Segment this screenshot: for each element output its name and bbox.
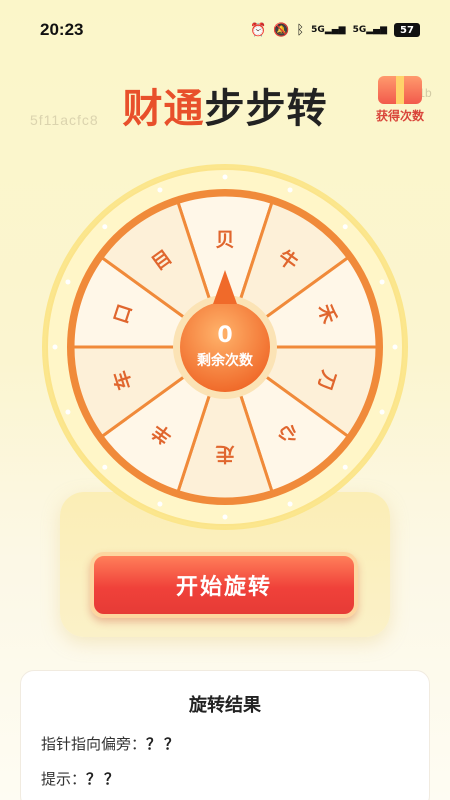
battery-icon: 57 [394,23,420,37]
rim-dot [52,344,58,350]
mute-icon: 🔕 [273,22,290,38]
rim-dot [342,464,348,470]
bluetooth-icon: ᛒ [296,22,305,38]
pointer-result-line: 指针指向偏旁：？？ [41,733,409,754]
wheel-segment-label: 贝 [215,229,234,251]
get-times-label: 获得次数 [375,109,424,123]
prize-wheel: 贝牛禾刀心走羊车口目 0 剩余次数 [40,162,410,532]
status-icons: ⏰ 🔕 ᛒ 5G▂▄▆ 5G▂▄▆ 57 [250,23,420,38]
rim-dot [65,279,71,285]
wheel-segment-label: 走 [215,443,234,465]
hint-value: ？？ [86,770,123,788]
rim-dot [102,464,108,470]
rim-dot [222,174,228,180]
pointer-value: ？？ [146,735,183,753]
rim-dot [379,279,385,285]
title-part-2: 步步转 [204,86,328,132]
start-spin-button[interactable]: 开始旋转 [90,552,358,618]
rim-dot [102,224,108,230]
signal-5g-icon-2: 5G▂▄▆ [352,25,387,35]
rim-dot [287,501,293,507]
watermark-text: 5f11acfc8 [30,112,99,128]
gift-icon [378,76,422,104]
hint-line: 提示：？？ [41,768,409,789]
rim-dot [65,409,71,415]
rim-dot [157,501,163,507]
result-title: 旋转结果 [189,695,261,716]
remaining-count: 0 [217,323,232,348]
wheel-svg: 贝牛禾刀心走羊车口目 0 剩余次数 [42,164,408,530]
alarm-icon: ⏰ [249,22,267,38]
pointer-label: 指针指向偏旁： [41,735,147,753]
title-part-1: 财通 [122,86,205,132]
rim-dot [222,514,228,520]
rim-dot [157,187,163,193]
page-title: 财通步步转 [110,76,340,132]
signal-5g-icon: 5G▂▄▆ [311,25,346,35]
get-times-button[interactable]: 获得次数 [370,76,430,126]
rim-dot [392,344,398,350]
rim-dot [287,187,293,193]
remaining-label: 剩余次数 [197,352,254,369]
hint-label: 提示： [41,770,87,788]
status-time: 20:23 [40,20,84,39]
status-bar: 20:23 ⏰ 🔕 ᛒ 5G▂▄▆ 5G▂▄▆ 57 [0,0,450,60]
rim-dot [379,409,385,415]
rim-dot [342,224,348,230]
result-card: 旋转结果 指针指向偏旁：？？ 提示：？？ [20,670,430,800]
